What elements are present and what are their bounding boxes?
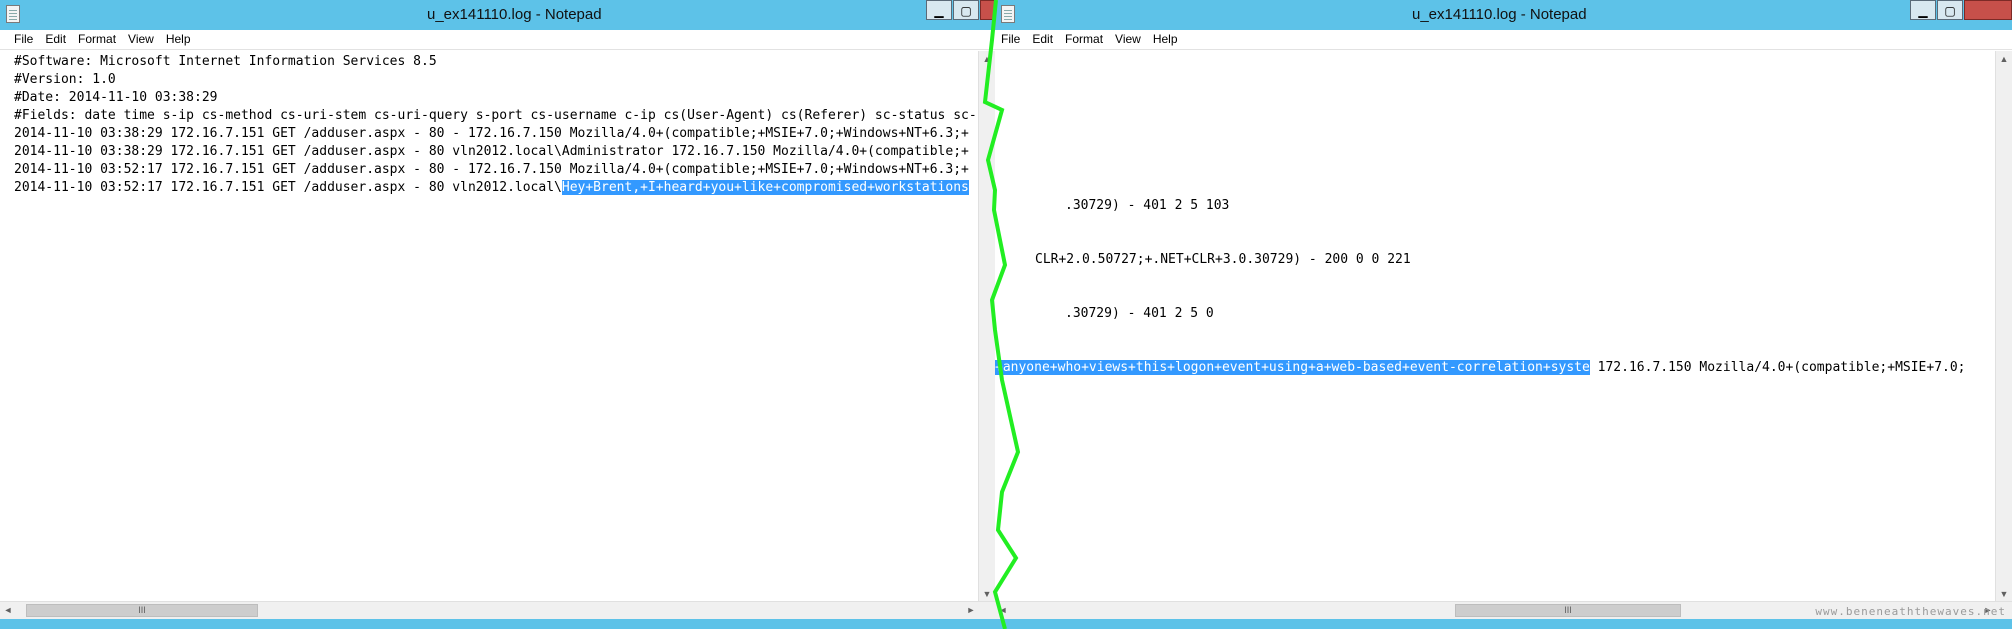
- close-button[interactable]: [980, 0, 995, 20]
- window-title: u_ex141110.log - Notepad: [427, 6, 602, 23]
- menu-help[interactable]: Help: [1147, 30, 1184, 49]
- close-button[interactable]: [1964, 0, 2012, 20]
- watermark: www.beneneaththewaves.net: [1815, 605, 2006, 618]
- log-text[interactable]: .30729) - 401 2 5 103 CLR+2.0.50727;+.NE…: [995, 53, 1966, 413]
- text-editor[interactable]: #Software: Microsoft Internet Informatio…: [0, 51, 995, 601]
- menu-bar: File Edit Format View Help: [0, 30, 995, 50]
- log-line-prefix: 2014-11-10 03:52:17 172.16.7.151 GET /ad…: [14, 180, 562, 195]
- title-bar[interactable]: u_ex141110.log - Notepad ▁ ▢: [0, 0, 995, 30]
- minimize-button[interactable]: ▁: [1910, 0, 1936, 20]
- scroll-up-arrow-icon[interactable]: ▲: [1996, 51, 2012, 67]
- scroll-right-arrow-icon[interactable]: ►: [963, 602, 979, 619]
- minimize-button[interactable]: ▁: [926, 0, 952, 20]
- log-line: .30729) - 401 2 5 103: [1065, 198, 1230, 213]
- maximize-button[interactable]: ▢: [953, 0, 979, 20]
- log-text[interactable]: #Software: Microsoft Internet Informatio…: [14, 53, 977, 197]
- menu-view[interactable]: View: [122, 30, 160, 49]
- menu-file[interactable]: File: [8, 30, 39, 49]
- menu-format[interactable]: Format: [72, 30, 122, 49]
- log-line: 2014-11-10 03:52:17 172.16.7.151 GET /ad…: [14, 179, 977, 197]
- notepad-window-left: u_ex141110.log - Notepad ▁ ▢ File Edit For…: [0, 0, 995, 629]
- title-bar[interactable]: u_ex141110.log - Notepad ▁ ▢: [995, 0, 2012, 30]
- notepad-app-icon[interactable]: [1001, 5, 1015, 23]
- menu-view[interactable]: View: [1109, 30, 1147, 49]
- menu-edit[interactable]: Edit: [39, 30, 72, 49]
- window-title: u_ex141110.log - Notepad: [1412, 6, 1587, 23]
- log-line: .30729) - 401 2 5 0: [1065, 306, 1214, 321]
- text-editor[interactable]: .30729) - 401 2 5 103 CLR+2.0.50727;+.NE…: [995, 51, 2012, 601]
- log-line: #Version: 1.0: [14, 72, 116, 87]
- log-line: 2014-11-10 03:52:17 172.16.7.151 GET /ad…: [14, 162, 969, 177]
- notepad-app-icon[interactable]: [6, 5, 20, 23]
- window-bottom-border: [995, 619, 2012, 629]
- scroll-down-arrow-icon[interactable]: ▼: [979, 586, 995, 602]
- scroll-left-arrow-icon[interactable]: ◄: [995, 602, 1011, 619]
- horizontal-scrollbar[interactable]: ◄ III ►: [0, 601, 995, 619]
- vertical-scrollbar[interactable]: ▲ ▼: [978, 51, 995, 602]
- selected-text[interactable]: Hey+Brent,+I+heard+you+like+compromised+…: [561, 180, 969, 195]
- vertical-scrollbar[interactable]: ▲ ▼: [1995, 51, 2012, 602]
- menu-help[interactable]: Help: [160, 30, 197, 49]
- menu-edit[interactable]: Edit: [1026, 30, 1059, 49]
- log-line: 2014-11-10 03:38:29 172.16.7.151 GET /ad…: [14, 126, 969, 141]
- scroll-thumb[interactable]: III: [1455, 604, 1681, 617]
- log-line: 2014-11-10 03:38:29 172.16.7.151 GET /ad…: [14, 144, 969, 159]
- selected-text[interactable]: +anyone+who+views+this+logon+event+using…: [995, 360, 1590, 375]
- menu-file[interactable]: File: [995, 30, 1026, 49]
- window-bottom-border: [0, 619, 995, 629]
- scroll-up-arrow-icon[interactable]: ▲: [979, 51, 995, 67]
- notepad-window-right: u_ex141110.log - Notepad ▁ ▢ File Edit For…: [995, 0, 2012, 629]
- menu-bar: File Edit Format View Help: [995, 30, 2012, 50]
- log-line: +anyone+who+views+this+logon+event+using…: [995, 359, 1966, 377]
- menu-format[interactable]: Format: [1059, 30, 1109, 49]
- log-line: #Software: Microsoft Internet Informatio…: [14, 54, 437, 69]
- log-line: CLR+2.0.50727;+.NET+CLR+3.0.30729) - 200…: [1035, 252, 1411, 267]
- maximize-button[interactable]: ▢: [1937, 0, 1963, 20]
- scroll-thumb[interactable]: III: [26, 604, 258, 617]
- log-line: #Date: 2014-11-10 03:38:29: [14, 90, 218, 105]
- scroll-left-arrow-icon[interactable]: ◄: [0, 602, 16, 619]
- log-line-suffix: 172.16.7.150 Mozilla/4.0+(compatible;+MS…: [1589, 360, 1966, 375]
- log-line: #Fields: date time s-ip cs-method cs-uri…: [14, 108, 977, 123]
- scroll-down-arrow-icon[interactable]: ▼: [1996, 586, 2012, 602]
